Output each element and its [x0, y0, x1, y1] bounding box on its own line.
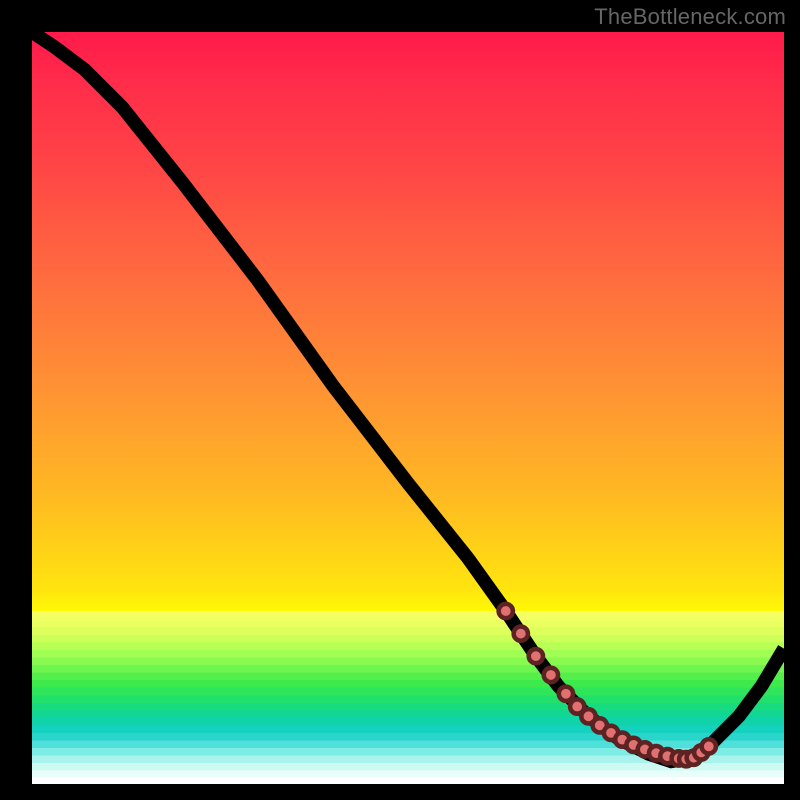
marker-dot [544, 668, 558, 682]
marker-dot [702, 739, 716, 753]
marker-dot [529, 649, 543, 663]
bottleneck-curve [32, 32, 784, 761]
marker-dot [559, 687, 573, 701]
marker-group [499, 604, 716, 766]
watermark-text: TheBottleneck.com [594, 4, 786, 30]
plot-area [32, 32, 784, 784]
marker-dot [514, 626, 528, 640]
marker-dot [499, 604, 513, 618]
chart-svg [32, 32, 784, 784]
chart-container: TheBottleneck.com [0, 0, 800, 800]
